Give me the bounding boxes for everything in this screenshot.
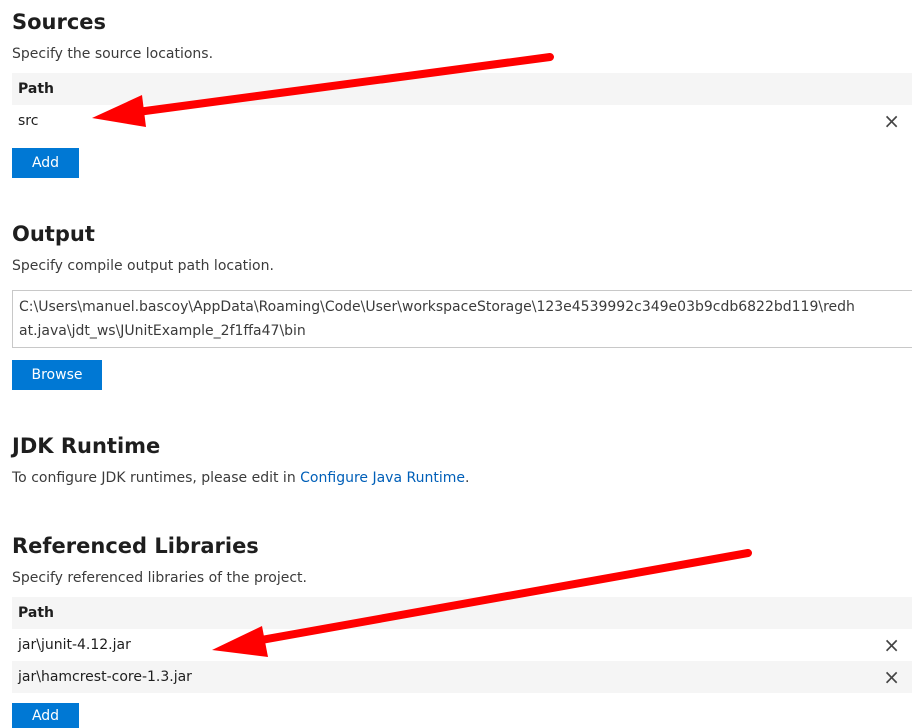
sources-table: Path src ×	[12, 73, 912, 137]
libraries-path-cell: jar\hamcrest-core-1.3.jar	[18, 669, 192, 685]
output-section: Output Specify compile output path locat…	[12, 220, 274, 276]
remove-icon[interactable]: ×	[883, 661, 900, 693]
output-path-line2: at.java\jdt_ws\JUnitExample_2f1ffa47\bin	[19, 323, 306, 339]
sources-column-header: Path	[12, 73, 912, 105]
configure-java-runtime-link[interactable]: Configure Java Runtime	[300, 470, 465, 486]
libraries-row-hamcrest[interactable]: jar\hamcrest-core-1.3.jar ×	[12, 661, 912, 693]
libraries-row-junit[interactable]: jar\junit-4.12.jar ×	[12, 629, 912, 661]
jdk-description-suffix: .	[464, 470, 470, 486]
output-description: Specify compile output path location.	[12, 258, 274, 274]
libraries-column-header: Path	[12, 597, 912, 629]
sources-description: Specify the source locations.	[12, 46, 214, 62]
remove-icon[interactable]: ×	[883, 629, 900, 661]
libraries-section: Referenced Libraries Specify referenced …	[12, 532, 307, 588]
output-path-field[interactable]: C:\Users\manuel.bascoy\AppData\Roaming\C…	[12, 290, 912, 348]
sources-add-button[interactable]: Add	[12, 148, 79, 178]
libraries-add-button[interactable]: Add	[12, 703, 79, 728]
sources-section: Sources Specify the source locations.	[12, 8, 213, 64]
libraries-table: Path jar\junit-4.12.jar × jar\hamcrest-c…	[12, 597, 912, 693]
libraries-path-cell: jar\junit-4.12.jar	[18, 637, 131, 653]
sources-path-cell: src	[18, 113, 39, 129]
jdk-description-prefix: To configure JDK runtimes, please edit i…	[12, 470, 301, 486]
jdk-section: JDK Runtime To configure JDK runtimes, p…	[12, 432, 469, 488]
sources-title: Sources	[12, 10, 107, 34]
libraries-title: Referenced Libraries	[12, 534, 259, 558]
jdk-description: To configure JDK runtimes, please edit i…	[12, 468, 469, 488]
remove-icon[interactable]: ×	[883, 105, 900, 137]
output-title: Output	[12, 222, 95, 246]
sources-path-header: Path	[18, 81, 54, 97]
libraries-path-header: Path	[18, 605, 54, 621]
browse-button[interactable]: Browse	[12, 360, 102, 390]
jdk-title: JDK Runtime	[12, 434, 161, 458]
libraries-description: Specify referenced libraries of the proj…	[12, 570, 307, 586]
output-path-line1: C:\Users\manuel.bascoy\AppData\Roaming\C…	[19, 299, 855, 315]
sources-row-src[interactable]: src ×	[12, 105, 912, 137]
